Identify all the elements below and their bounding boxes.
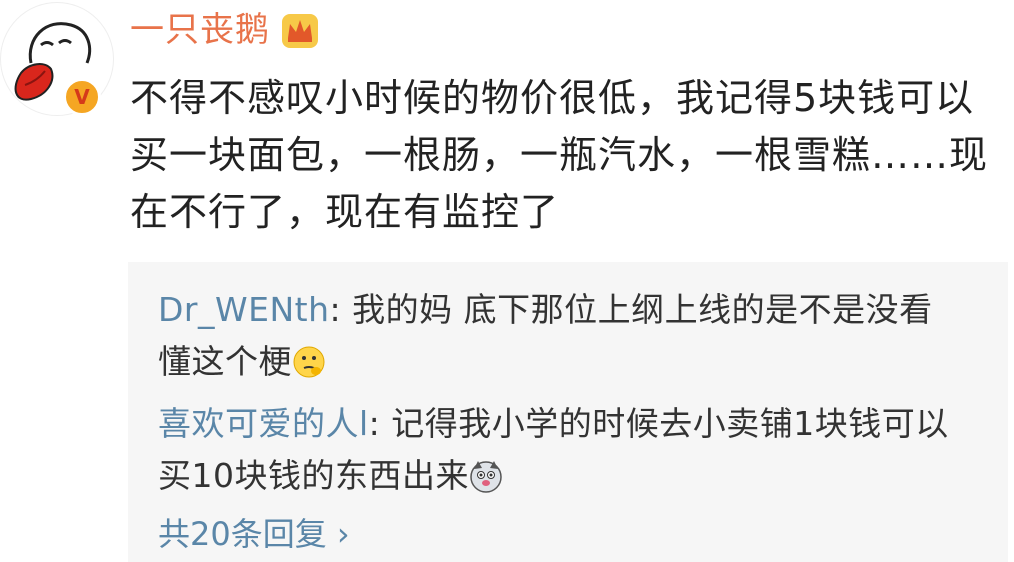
- verified-badge-icon: V: [63, 78, 101, 116]
- crown-icon: [282, 14, 318, 48]
- reply-author[interactable]: 喜欢可爱的人l: [158, 404, 369, 443]
- username[interactable]: 一只丧鹅: [130, 8, 270, 52]
- husky-face-icon: [470, 461, 502, 493]
- post-text-line: 在不行了，现在有监控了: [130, 190, 560, 234]
- reply-item: 喜欢可爱的人l: 记得我小学的时候去小卖铺1块钱可以 买10块钱的东西出来: [158, 398, 978, 502]
- reply-text: 懂这个梗: [158, 342, 292, 381]
- reply-text: 买10块钱的东西出来: [158, 456, 469, 495]
- post-text-line: 买一块面包，一根肠，一瓶汽水，一根雪糕……现: [130, 133, 989, 177]
- reply-item: Dr_WENth: 我的妈 底下那位上纲上线的是不是没看 懂这个梗: [158, 284, 978, 388]
- more-replies-link[interactable]: 共20条回复 ›: [158, 512, 350, 556]
- post-text-line: 不得不感叹小时候的物价很低，我记得5块钱可以: [130, 76, 975, 120]
- reply-text: : 我的妈 底下那位上纲上线的是不是没看: [329, 290, 933, 329]
- reply-text: : 记得我小学的时候去小卖铺1块钱可以: [368, 404, 949, 443]
- thinking-face-icon: [293, 346, 325, 378]
- post-text: 不得不感叹小时候的物价很低，我记得5块钱可以 买一块面包，一根肠，一瓶汽水，一根…: [130, 70, 1000, 241]
- reply-author[interactable]: Dr_WENth: [158, 290, 330, 329]
- reply-preview-box[interactable]: Dr_WENth: 我的妈 底下那位上纲上线的是不是没看 懂这个梗 喜欢可爱的人…: [128, 262, 1008, 562]
